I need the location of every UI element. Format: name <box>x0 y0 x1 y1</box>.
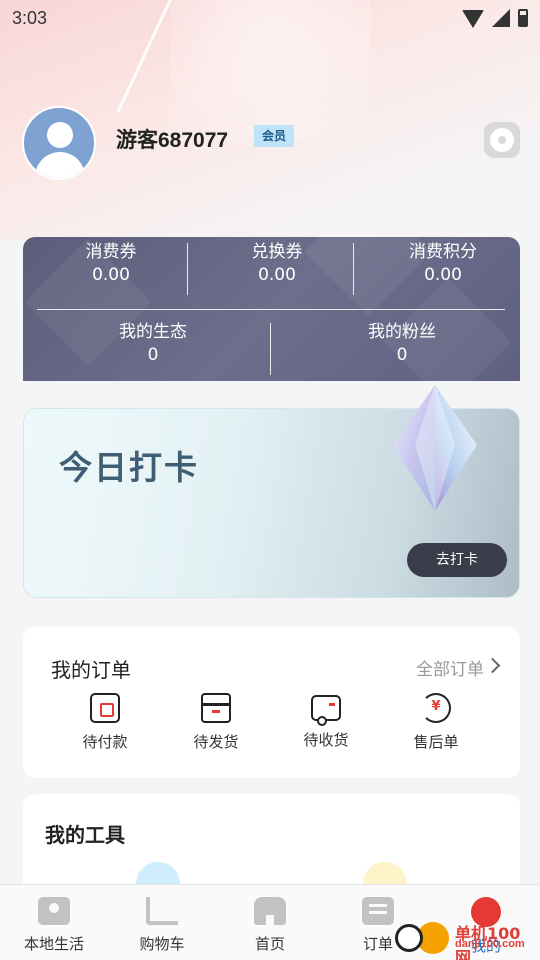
stat-value: 0 <box>396 345 408 365</box>
watermark-logo <box>395 924 423 952</box>
status-bar: 3:03 <box>0 0 540 36</box>
avatar-body <box>35 152 85 178</box>
stat-value: 0.00 <box>92 265 130 285</box>
member-badge: 会员 <box>254 125 295 147</box>
checkin-button[interactable]: 去打卡 <box>407 543 507 577</box>
order-label: 待收货 <box>303 731 349 749</box>
stat-label: 我的生态 <box>119 322 187 342</box>
tools-card: 我的工具 <box>23 794 520 906</box>
stat-label: 消费券 <box>85 242 137 262</box>
stat-exchange[interactable]: 兑换券 0.00 <box>202 240 352 286</box>
order-after-sales[interactable]: ¥ 售后单 <box>396 693 476 752</box>
home-icon <box>254 897 286 925</box>
order-pending-shipment[interactable]: 待发货 <box>176 693 256 752</box>
divider <box>187 243 188 295</box>
order-label: 待付款 <box>82 733 128 751</box>
wifi-icon <box>462 10 484 28</box>
profile-header: 游客687077 会员 <box>22 106 522 180</box>
divider <box>353 243 354 295</box>
tools-title: 我的工具 <box>45 823 125 847</box>
orders-card: 我的订单 全部订单 待付款 待发货 待收货 ¥ 售后单 <box>23 627 520 778</box>
username: 游客687077 <box>116 129 229 152</box>
map-icon <box>38 897 70 925</box>
tab-local-life[interactable]: 本地生活 <box>0 885 108 960</box>
order-label: 待发货 <box>193 733 239 751</box>
tab-home[interactable]: 首页 <box>216 885 324 960</box>
stat-label: 消费积分 <box>409 242 477 262</box>
watermark: 单机100网 danji100.com <box>395 918 535 960</box>
box-icon <box>201 693 231 723</box>
signal-icon <box>492 9 510 27</box>
tab-label: 购物车 <box>139 935 185 953</box>
order-label: 售后单 <box>413 733 459 751</box>
stat-value: 0.00 <box>424 265 462 285</box>
avatar[interactable] <box>22 106 96 180</box>
wallet-icon <box>90 693 120 723</box>
refund-icon: ¥ <box>421 693 451 723</box>
watermark-sub: danji100.com <box>455 938 525 950</box>
stat-value: 0.00 <box>258 265 296 285</box>
order-pending-receipt[interactable]: 待收货 <box>286 693 366 750</box>
stat-label: 我的粉丝 <box>368 322 436 342</box>
tab-label: 本地生活 <box>23 935 84 953</box>
stat-value: 0 <box>147 345 159 365</box>
stat-ecosystem[interactable]: 我的生态 0 <box>78 320 228 366</box>
orders-title: 我的订单 <box>51 658 131 682</box>
status-time: 3:03 <box>12 7 48 28</box>
gear-icon <box>493 131 511 149</box>
stat-fans[interactable]: 我的粉丝 0 <box>327 320 477 366</box>
settings-button[interactable] <box>484 122 520 158</box>
stat-label: 兑换券 <box>251 242 303 262</box>
stats-card: 消费券 0.00 兑换券 0.00 消费积分 0.00 我的生态 0 我的粉丝 … <box>23 237 520 381</box>
divider <box>37 309 505 310</box>
status-icons <box>462 8 528 28</box>
list-icon <box>362 897 394 925</box>
battery-icon <box>518 9 528 27</box>
avatar-head <box>47 122 73 148</box>
checkin-title: 今日打卡 <box>59 449 199 486</box>
stat-points[interactable]: 消费积分 0.00 <box>368 240 518 286</box>
crystal-icon <box>393 385 477 511</box>
order-pending-payment[interactable]: 待付款 <box>65 693 145 752</box>
tab-label: 首页 <box>254 935 285 953</box>
chevron-right-icon[interactable] <box>484 657 501 674</box>
divider <box>270 323 271 375</box>
truck-icon <box>311 695 341 726</box>
all-orders-link[interactable]: 全部订单 <box>416 655 484 680</box>
tab-cart[interactable]: 购物车 <box>108 885 216 960</box>
stat-coupon[interactable]: 消费券 0.00 <box>36 240 186 286</box>
cart-icon <box>146 897 178 925</box>
